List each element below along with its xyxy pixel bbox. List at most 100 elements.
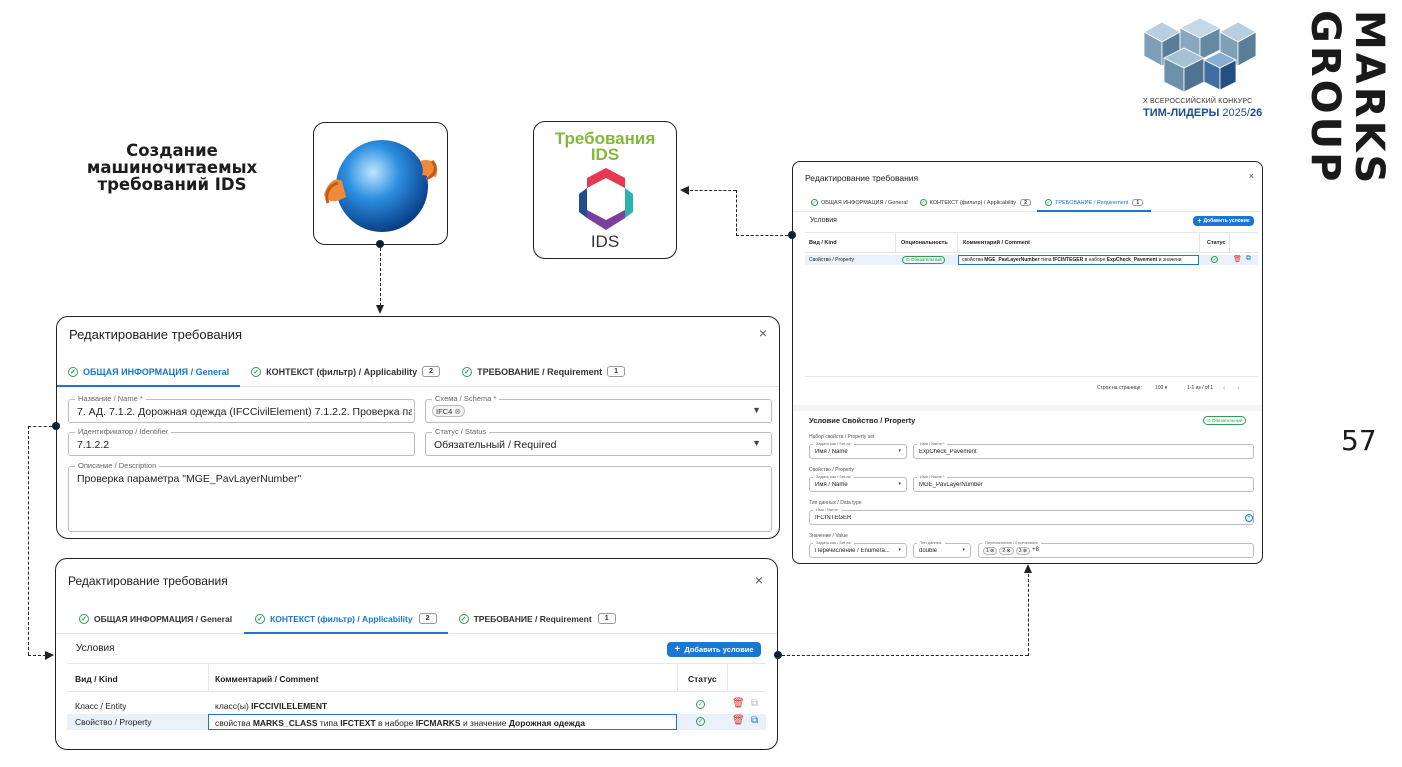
tab-general[interactable]: ✓ ОБЩАЯ ИНФОРМАЦИЯ / General <box>57 357 241 387</box>
check-circle-icon: ✓ <box>251 366 262 377</box>
enum-chip[interactable]: 2 ⊗ <box>999 547 1014 555</box>
property-set-as-select[interactable]: Задать как / Set as Имя / Name ▾ <box>809 474 907 492</box>
connector-dot <box>376 240 384 248</box>
value-set-as-select[interactable]: Задать как / Set as Перечисление / Enume… <box>809 540 907 558</box>
property-name-field[interactable]: Имя / Name * MGE_PavLayerNumber <box>913 474 1254 492</box>
plus-icon: + <box>674 644 681 655</box>
brand-word-1: MARKS <box>1346 10 1392 187</box>
ids-tile-label: IDS <box>590 232 620 251</box>
chevron-down-icon[interactable]: ▼ <box>752 405 761 415</box>
connector-line <box>28 426 29 655</box>
connector-line <box>736 235 788 236</box>
delete-icon[interactable]: 🗑 <box>732 715 745 726</box>
name-field[interactable]: Название / Name * 7. АД. 7.1.2. Дорожная… <box>68 394 415 423</box>
tab-requirement[interactable]: ✓ ТРЕБОВАНИЕ / Requirement 1 <box>1036 194 1152 212</box>
slide-title-line-2: машиночитаемых <box>86 158 258 177</box>
tab-general[interactable]: ✓ ОБЩАЯ ИНФОРМАЦИЯ / General <box>805 194 914 211</box>
enumeration-chips: 1 ⊗ 2 ⊗ 3 ⊗ +8 <box>983 547 1039 555</box>
brand-word-2: GROUP <box>1302 10 1348 185</box>
enum-chip[interactable]: 3 ⊗ <box>1015 547 1031 555</box>
column-header-kind: Вид / Kind <box>809 240 837 246</box>
chip-remove-icon[interactable]: ⊗ <box>454 407 461 416</box>
copy-icon[interactable]: ⧉ <box>1246 255 1251 263</box>
tab-applicability[interactable]: ✓ КОНТЕКСТ (фильтр) / Applicability 2 <box>240 357 451 386</box>
check-circle-icon: ✓ <box>458 613 469 624</box>
schema-select[interactable]: Схема / Schema * IFC4 ⊗ ▼ <box>425 394 772 423</box>
chevron-down-icon[interactable]: ▾ <box>962 547 965 553</box>
rows-per-page-select[interactable]: 100 ▾ <box>1155 385 1167 391</box>
chevron-down-icon[interactable]: ▾ <box>898 448 901 454</box>
app-logo-tile <box>313 122 448 245</box>
tab-count-badge: 1 <box>597 613 616 624</box>
add-condition-button[interactable]: + Добавить условие <box>1193 216 1254 226</box>
requirement-table: Вид / Kind Опциональность Комментарий / … <box>805 232 1258 404</box>
pset-heading: Набор свойств / Property set <box>809 434 875 440</box>
enum-chip[interactable]: 1 ⊗ <box>983 547 998 555</box>
add-circle-icon[interactable]: + <box>1245 514 1253 522</box>
page-number: 57 <box>1341 424 1377 457</box>
tab-count-badge: 1 <box>607 366 626 377</box>
chevron-down-icon[interactable]: ▼ <box>752 438 761 448</box>
status-select[interactable]: Статус / Status Обязательный / Required … <box>425 427 772 456</box>
property-heading: Свойство / Property <box>809 467 855 473</box>
requirement-edit-dialog: Редактирование требования × ✓ ОБЩАЯ ИНФО… <box>792 161 1263 564</box>
datatype-heading: Тип данных / Data type <box>809 500 862 506</box>
tab-label: ТРЕБОВАНИЕ / Requirement <box>473 613 592 624</box>
pset-set-as-select[interactable]: Задать как / Set as Имя / Name ▾ <box>809 441 907 459</box>
tab-requirement[interactable]: ✓ ТРЕБОВАНИЕ / Requirement 1 <box>451 357 636 386</box>
slide-title-line-3: требований IDS <box>97 175 247 194</box>
tab-general[interactable]: ✓ ОБЩАЯ ИНФОРМАЦИЯ / General <box>67 604 244 633</box>
prev-page-button[interactable]: ‹ <box>1223 383 1226 392</box>
tab-label: ТРЕБОВАНИЕ / Requirement <box>477 366 603 377</box>
description-textarea[interactable]: Описание / Description Проверка параметр… <box>68 461 772 532</box>
tab-requirement[interactable]: ✓ ТРЕБОВАНИЕ / Requirement 1 <box>448 604 627 633</box>
tab-applicability[interactable]: ✓ КОНТЕКСТ (фильтр) / Applicability 2 <box>244 604 448 634</box>
table-header: Вид / Kind Опциональность Комментарий / … <box>805 233 1258 253</box>
tab-count-badge: 2 <box>1019 199 1031 206</box>
contest-year-2: 26 <box>1249 107 1263 119</box>
globe-icon <box>324 140 438 232</box>
copy-icon[interactable]: ⧉ <box>751 715 758 726</box>
connector-line <box>1028 574 1029 656</box>
value-type-select[interactable]: Тип данных double ▾ <box>913 540 971 558</box>
check-circle-icon: ✓ <box>68 366 78 377</box>
connector-line <box>690 190 736 191</box>
row-kind: Свойство / Property <box>809 257 855 263</box>
table-row[interactable]: Свойство / Property свойства MARKS_CLASS… <box>67 714 766 730</box>
delete-icon[interactable]: 🗑 <box>732 698 745 709</box>
arrow-up-icon <box>1024 564 1032 573</box>
schema-chip[interactable]: IFC4 ⊗ <box>432 405 465 417</box>
delete-icon[interactable]: 🗑 <box>1233 255 1242 263</box>
row-comment: свойства MGE_PavLayerNumber типа IFCINTE… <box>958 255 1199 265</box>
next-page-button[interactable]: › <box>1237 383 1240 392</box>
tab-label: ТРЕБОВАНИЕ / Requirement <box>1054 199 1129 206</box>
enumeration-field[interactable]: Перечисление / Enumeration 1 ⊗ 2 ⊗ 3 ⊗ +… <box>978 540 1254 558</box>
tab-applicability[interactable]: ✓ КОНТЕКСТ (фильтр) / Applicability 2 <box>914 194 1037 211</box>
add-condition-button[interactable]: + Добавить условие <box>667 642 761 657</box>
arrow-right-icon <box>45 651 54 660</box>
column-header-kind: Вид / Kind <box>75 674 118 684</box>
table-header: Вид / Kind Комментарий / Comment Статус <box>67 664 766 692</box>
close-button[interactable]: × <box>1249 171 1254 181</box>
close-button[interactable]: × <box>759 325 767 341</box>
copy-icon[interactable]: ⧉ <box>751 698 758 709</box>
datatype-name-field[interactable]: Имя / Name IFCINTEGER <box>809 507 1254 525</box>
chevron-down-icon[interactable]: ▾ <box>898 547 901 553</box>
status-ok-icon: ✓ <box>696 700 705 709</box>
field-value: Проверка параметра "MGE_PavLayerNumber" <box>77 473 302 485</box>
close-button[interactable]: × <box>755 572 763 588</box>
field-label: Схема / Schema * <box>432 394 500 403</box>
connector-line <box>380 248 381 306</box>
pset-name-field[interactable]: Имя / Name * ExpCheck_Pavement <box>913 441 1254 459</box>
chevron-down-icon[interactable]: ▾ <box>898 481 901 487</box>
tab-count-badge: 2 <box>422 366 441 377</box>
identifier-field[interactable]: Идентификатор / Identifier 7.1.2.2 <box>68 427 415 456</box>
check-circle-icon: ✓ <box>462 366 473 377</box>
condition-optionality-badge[interactable]: ⊙ Обязательный <box>1203 416 1247 425</box>
table-row[interactable]: Класс / Entity класс(ы) IFCCIVILELEMENT … <box>67 698 766 714</box>
plus-icon: + <box>1197 217 1202 225</box>
optionality-badge: ⊙ Обязательный <box>902 256 946 264</box>
dialog-title: Редактирование требования <box>68 574 228 588</box>
contest-year: 2025/ <box>1222 107 1250 119</box>
table-row[interactable]: Свойство / Property ⊙ Обязательный свойс… <box>805 255 1258 265</box>
